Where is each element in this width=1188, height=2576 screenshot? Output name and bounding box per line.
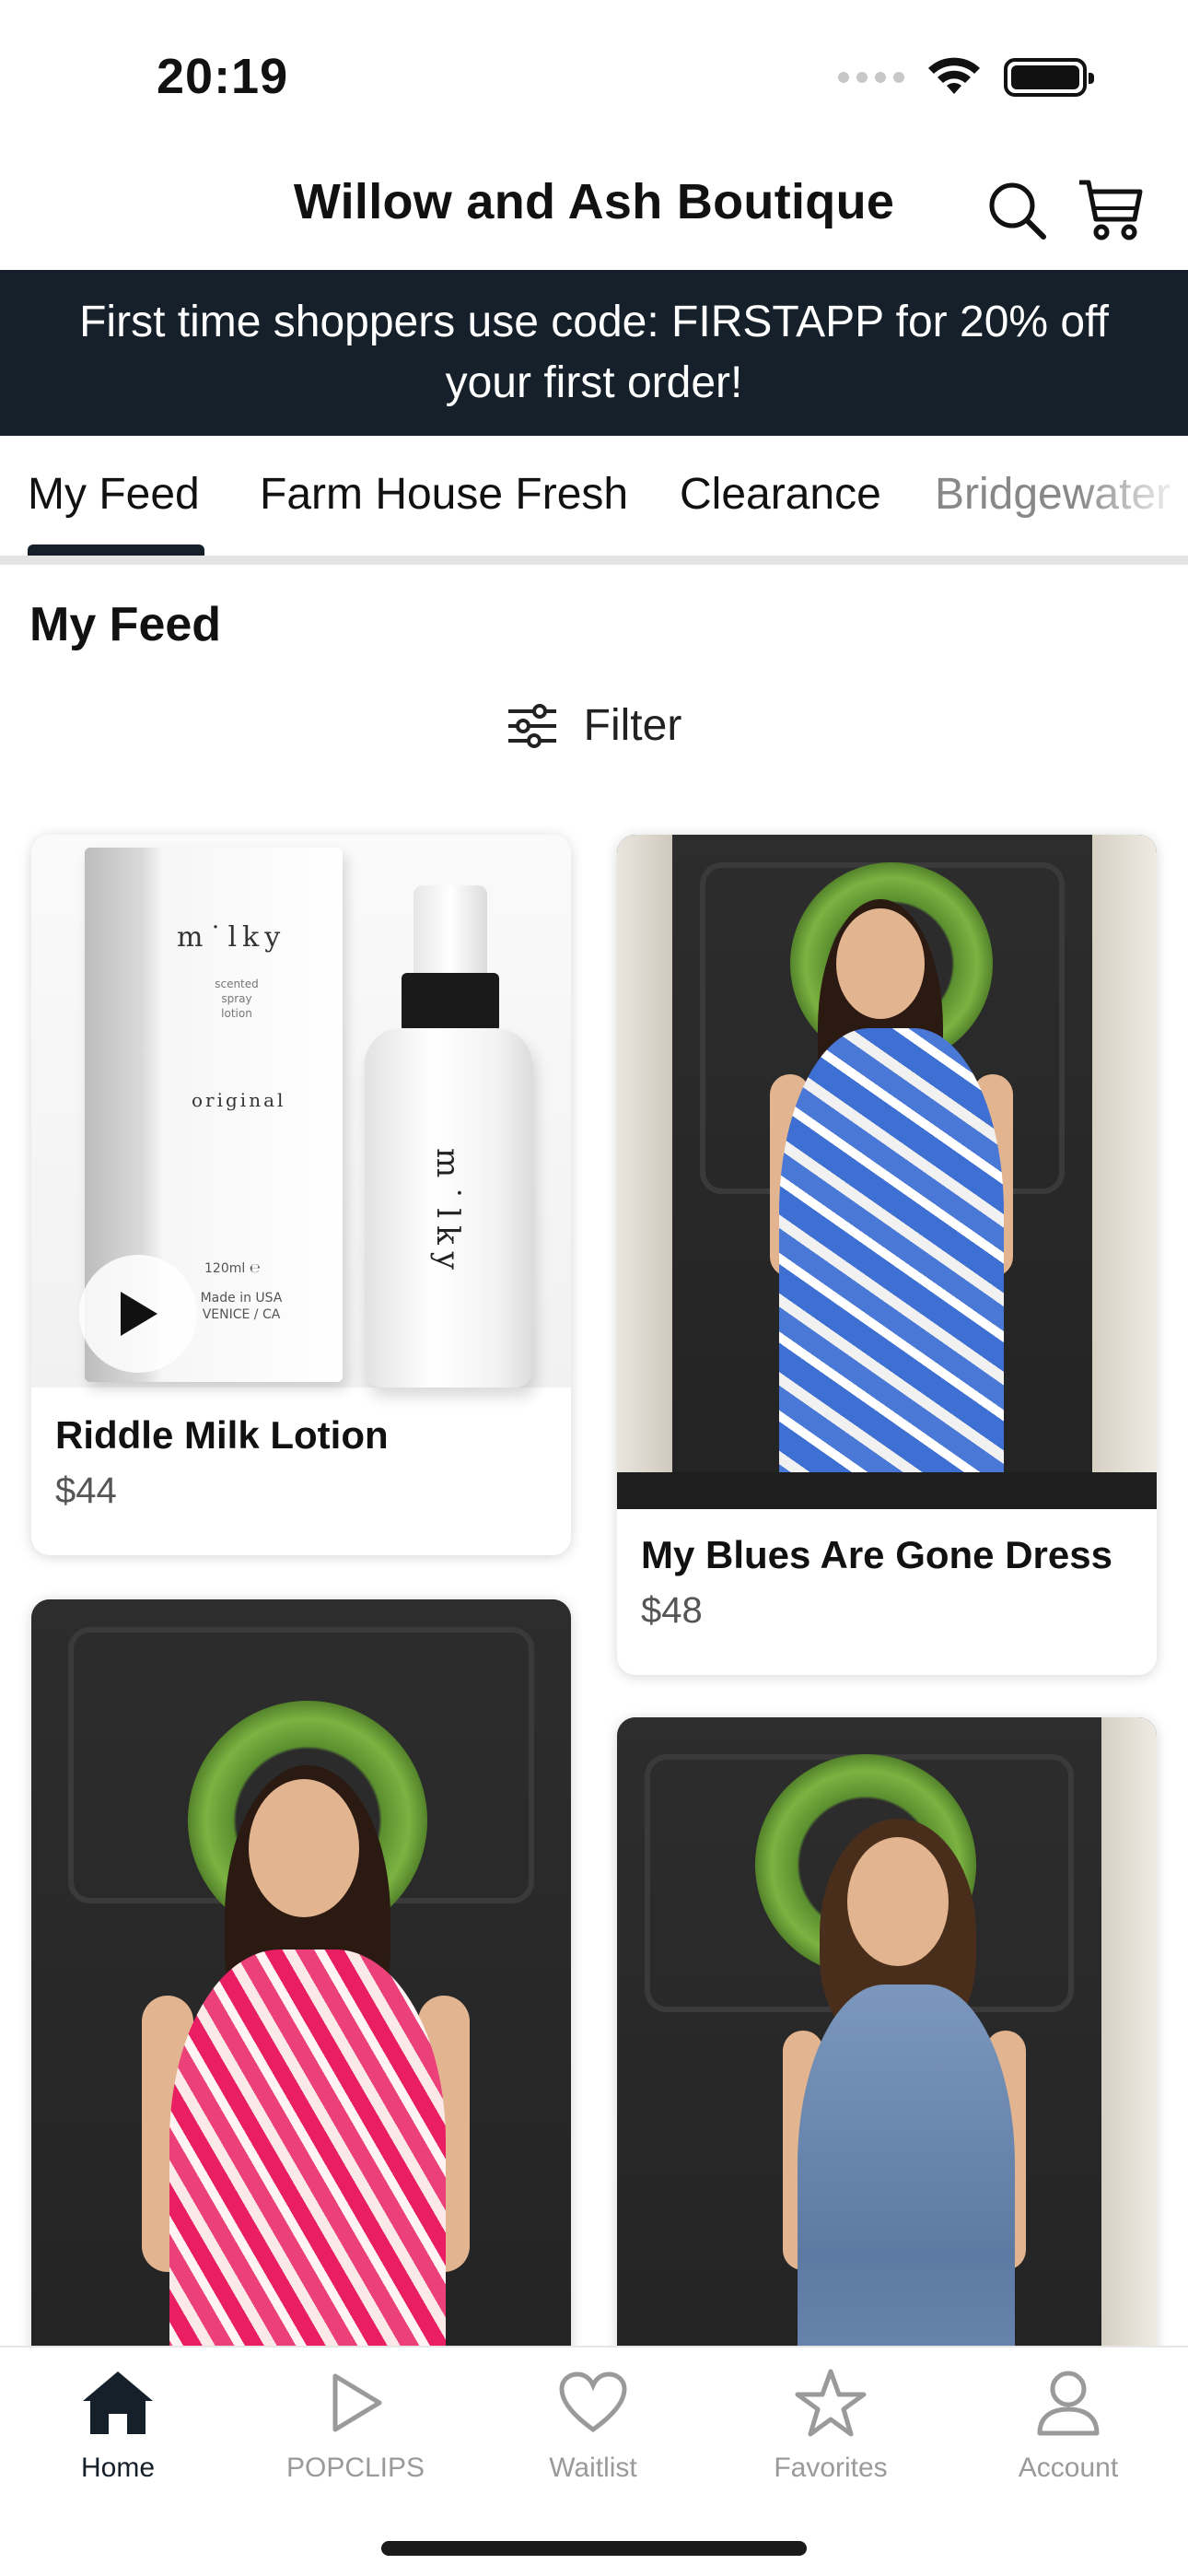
filter-label: Filter: [583, 701, 682, 750]
app-header: Willow and Ash Boutique: [0, 147, 1188, 267]
nav-waitlist[interactable]: Waitlist: [501, 2366, 685, 2484]
nav-popclips[interactable]: POPCLIPS: [263, 2366, 448, 2484]
nav-home[interactable]: Home: [26, 2366, 210, 2484]
product-image: [31, 1599, 571, 2429]
star-icon: [795, 2369, 867, 2437]
model-face: [847, 1837, 949, 1966]
search-icon: [989, 182, 1046, 240]
tab-my-feed[interactable]: My Feed: [28, 469, 200, 520]
tab-clearance[interactable]: Clearance: [680, 469, 881, 520]
status-bar: 20:19: [0, 0, 1188, 147]
filter-button[interactable]: Filter: [0, 700, 1188, 751]
tab-scroll-fade: [1077, 436, 1188, 556]
play-icon: [332, 2373, 382, 2432]
model-face: [249, 1779, 359, 1917]
wifi-icon: [928, 57, 980, 94]
nav-label: POPCLIPS: [285, 2453, 425, 2483]
lotion-origin: Made in USA VENICE / CA: [200, 1291, 283, 1322]
cellular-signal-icon: [838, 72, 904, 83]
search-button[interactable]: [980, 173, 1054, 247]
status-icons: [838, 57, 1094, 98]
product-image: [617, 835, 1157, 1509]
nav-account[interactable]: Account: [976, 2366, 1160, 2484]
product-card[interactable]: [31, 1599, 571, 2429]
promo-banner[interactable]: First time shoppers use code: FIRSTAPP f…: [0, 270, 1188, 436]
category-tabs: My Feed Farm House Fresh Clearance Bridg…: [0, 436, 1188, 565]
nav-label: Favorites: [774, 2453, 888, 2483]
bottle-collar: [402, 973, 499, 1032]
section-title: My Feed: [29, 598, 222, 651]
play-icon: [121, 1292, 157, 1336]
model-face: [836, 908, 925, 1019]
product-dress: [779, 1028, 1004, 1489]
heart-icon: [559, 2371, 627, 2433]
nav-label: Waitlist: [549, 2453, 637, 2483]
product-price: $48: [641, 1590, 703, 1631]
promo-text: First time shoppers use code: FIRSTAPP f…: [79, 298, 1109, 407]
lotion-volume: 120ml ℮: [204, 1261, 261, 1276]
home-icon: [83, 2371, 153, 2434]
product-image: m˙lky scented spray lotion original 120m…: [31, 835, 571, 1388]
cart-icon: [1079, 180, 1143, 240]
active-tab-indicator: [28, 544, 204, 556]
product-name: My Blues Are Gone Dress: [641, 1533, 1112, 1576]
bottle-body: m˙lky: [365, 1028, 532, 1388]
lotion-subtitle: scented spray lotion: [215, 978, 259, 1020]
video-play-button[interactable]: [79, 1255, 197, 1373]
product-price: $44: [55, 1470, 117, 1511]
sliders-icon: [507, 703, 556, 748]
cart-button[interactable]: [1074, 173, 1147, 247]
lotion-variant: original: [192, 1089, 286, 1111]
status-time: 20:19: [157, 49, 289, 104]
product-card[interactable]: [617, 1717, 1157, 2436]
product-name: Riddle Milk Lotion: [55, 1413, 389, 1457]
bottle-cap: [413, 885, 487, 978]
tab-farm-house-fresh[interactable]: Farm House Fresh: [260, 469, 628, 520]
bottle-brand: m˙lky: [429, 1148, 466, 1277]
battery-icon: [1004, 58, 1094, 97]
nav-favorites[interactable]: Favorites: [739, 2366, 923, 2484]
product-card[interactable]: My Blues Are Gone Dress $48: [617, 835, 1157, 1675]
nav-label: Account: [1018, 2453, 1119, 2483]
product-image: [617, 1717, 1157, 2436]
home-indicator[interactable]: [381, 2541, 807, 2556]
product-card[interactable]: m˙lky scented spray lotion original 120m…: [31, 835, 571, 1555]
nav-label: Home: [80, 2453, 156, 2483]
person-icon: [1037, 2371, 1100, 2436]
lotion-brand: m˙lky: [177, 921, 286, 954]
